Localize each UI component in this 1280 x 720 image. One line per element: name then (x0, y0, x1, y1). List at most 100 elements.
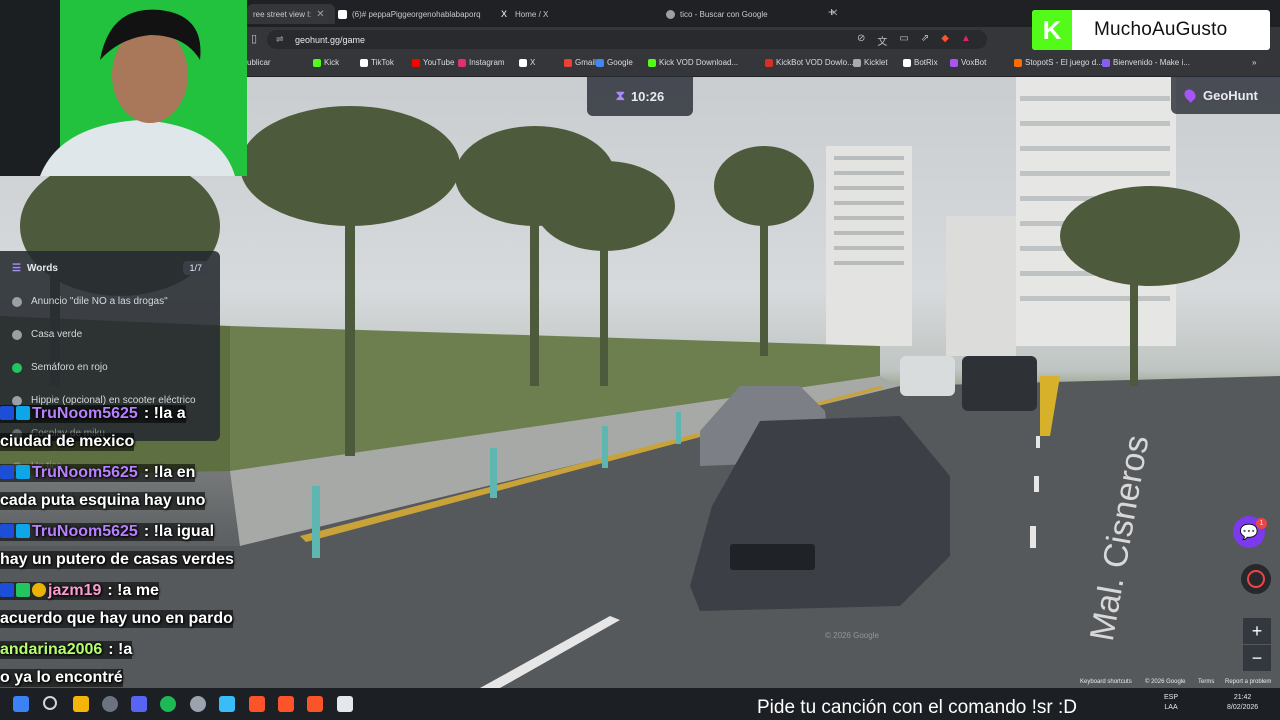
brave-browser-icon[interactable] (278, 696, 294, 712)
bookmark-item[interactable]: Instagram (458, 58, 505, 67)
badge-icon (0, 465, 14, 479)
brave-rewards-icon[interactable]: ▲ (961, 33, 971, 48)
bookmark-item[interactable]: ublicar (247, 58, 271, 67)
taskbar (0, 688, 1280, 720)
bookmark-item[interactable]: VoxBot (950, 58, 986, 67)
bookmark-label: StopotS - El juego d... (1025, 58, 1103, 67)
bookmark-favicon-icon (360, 58, 368, 67)
document-icon[interactable] (337, 696, 353, 712)
bookmark-item[interactable]: YouTube (412, 58, 454, 67)
obs-icon[interactable] (102, 696, 118, 712)
bookmark-label: Kick VOD Download... (659, 58, 739, 67)
geohunt-brand[interactable]: GeoHunt (1171, 76, 1280, 114)
bookmark-item[interactable]: TikTok (360, 58, 394, 67)
tab-tiktok[interactable]: (6)# peppaPiggeorgenohablabaporq (332, 4, 494, 24)
tab-google[interactable]: tico - Buscar con Google (660, 4, 832, 24)
bookmark-item[interactable]: Bienvenido - Make i... (1102, 58, 1190, 67)
words-header[interactable]: ☰ Words (12, 263, 58, 274)
bookmark-label: BotRix (914, 58, 938, 67)
tab-x[interactable]: X Home / X (495, 4, 667, 24)
file-explorer-icon[interactable] (73, 696, 89, 712)
eye-slash-icon[interactable]: ⊘ (857, 33, 865, 48)
chat-username[interactable]: andarina2006 (0, 641, 102, 658)
bookmark-label: Kick (324, 58, 340, 67)
tab-geohunt[interactable]: ree street view l: ✕ (247, 4, 335, 24)
bookmark-favicon-icon (564, 58, 572, 67)
map-watermark: © 2026 Google (825, 631, 879, 640)
chat-text: : !la a (143, 405, 186, 422)
translate-icon[interactable]: 文 (877, 33, 887, 48)
chat-username[interactable]: TruNoom5625 (32, 523, 138, 540)
url-text: geohunt.gg/game (295, 34, 366, 45)
bookmark-item[interactable]: Gmail (564, 58, 596, 67)
bookmark-favicon-icon (648, 58, 656, 67)
badge-icon (16, 406, 30, 420)
bookmark-icon[interactable]: ▯ (251, 32, 257, 45)
bookmark-item[interactable]: KickBot VOD Dowlo... (765, 58, 854, 67)
bookmark-label: ublicar (247, 58, 271, 67)
windows-start-icon[interactable] (13, 696, 29, 712)
terms-link[interactable]: Terms (1198, 679, 1214, 685)
word-item: Semáforo en rojo (12, 362, 108, 373)
bookmark-item[interactable]: Kick VOD Download... (648, 58, 738, 67)
brand-name: GeoHunt (1203, 87, 1258, 103)
bookmark-favicon-icon (903, 58, 911, 67)
clock-date: 8/02/2026 (1227, 704, 1259, 711)
chat-username[interactable]: TruNoom5625 (32, 464, 138, 481)
chat-toggle-button[interactable]: 💬 1 (1233, 516, 1267, 548)
brave-shield-icon[interactable]: ◆ (941, 33, 949, 48)
google-copyright: © 2026 Google (1145, 679, 1186, 685)
bookmark-item[interactable]: BotRix (903, 58, 938, 67)
bookmark-item[interactable]: Google (596, 58, 633, 67)
bookmark-favicon-icon (313, 58, 321, 67)
cast-icon[interactable]: ▭ (899, 33, 908, 48)
spotify-icon[interactable] (160, 696, 176, 712)
language-indicator[interactable]: ESP LAA (1164, 693, 1178, 713)
bookmark-label: Kicklet (864, 58, 888, 67)
bookmark-favicon-icon (412, 58, 420, 67)
bookmark-item[interactable]: StopotS - El juego d... (1014, 58, 1103, 67)
keyboard-shortcuts-link[interactable]: Keyboard shortcuts (1080, 679, 1132, 685)
report-problem-link[interactable]: Report a problem (1225, 679, 1271, 685)
badge-icon (32, 583, 46, 597)
chat-username[interactable]: TruNoom5625 (32, 405, 138, 422)
bookmark-item[interactable]: X (519, 58, 535, 67)
brave-browser-icon[interactable] (249, 696, 265, 712)
brave-browser-icon[interactable] (307, 696, 323, 712)
words-count: 1/7 (183, 261, 208, 275)
discord-icon[interactable] (131, 696, 147, 712)
bookmark-item[interactable]: Kicklet (853, 58, 888, 67)
app-icon[interactable] (190, 696, 206, 712)
chat-text: cada puta esquina hay uno (0, 492, 206, 510)
chat-username[interactable]: jazm19 (48, 582, 101, 599)
zoom-out-button[interactable]: − (1243, 645, 1271, 671)
bookmark-favicon-icon (765, 58, 773, 67)
zoom-in-button[interactable]: + (1243, 618, 1271, 644)
kick-channel-overlay: K MuchoAuGusto (1032, 10, 1270, 50)
bookmark-item[interactable]: Kick (313, 58, 339, 67)
bookmarks-overflow-icon[interactable]: » (1252, 58, 1256, 67)
bookmark-label: YouTube (423, 58, 455, 67)
search-icon[interactable] (43, 696, 57, 710)
bookmark-label: Google (607, 58, 633, 67)
badge-icon (16, 465, 30, 479)
app-icon[interactable] (219, 696, 235, 712)
word-label: Anuncio "dile NO a las drogas" (31, 296, 168, 307)
language-layout: LAA (1164, 704, 1178, 711)
list-icon: ☰ (12, 263, 21, 274)
compass-button[interactable] (1241, 564, 1271, 594)
clock-time: 21:42 (1233, 694, 1252, 701)
chat-text: : !la en (143, 464, 196, 481)
bookmark-favicon-icon (458, 58, 466, 67)
notification-badge: 1 (1256, 518, 1267, 529)
share-icon[interactable]: ⇗ (921, 33, 929, 48)
badge-icon (16, 583, 30, 597)
tab-close-icon[interactable]: ✕ (316, 9, 324, 20)
tab-label: tico - Buscar con Google (680, 9, 768, 19)
site-info-icon[interactable]: ⇌ (276, 34, 284, 45)
channel-name: MuchoAuGusto (1094, 19, 1228, 40)
song-request-ticker: Pide tu canción con el comando !sr :D (757, 697, 1078, 718)
clock[interactable]: 21:42 8/02/2026 (1227, 693, 1258, 713)
circle-icon (12, 296, 22, 307)
new-tab-button[interactable]: + (828, 5, 835, 19)
